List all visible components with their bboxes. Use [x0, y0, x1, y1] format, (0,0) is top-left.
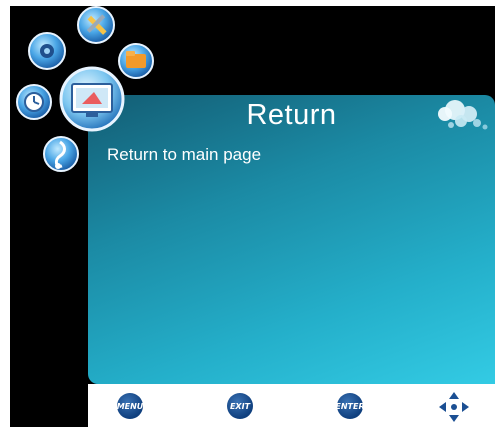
exit-button[interactable]: EXIT — [227, 393, 253, 419]
enter-button[interactable]: ENTER — [335, 393, 365, 419]
enter-button-label: ENTER — [335, 401, 365, 411]
tools-icon[interactable] — [77, 6, 115, 44]
menu-button-label: MENU — [116, 401, 144, 411]
control-bar: MENU EXIT ENTER — [88, 384, 495, 427]
four-way-arrows-icon[interactable] — [437, 390, 471, 424]
gear-icon[interactable] — [28, 32, 66, 70]
folder-icon[interactable] — [118, 43, 154, 79]
clock-icon[interactable] — [16, 84, 52, 120]
bubbles-icon — [438, 100, 488, 130]
launcher-icon-cluster — [16, 6, 154, 172]
display-icon[interactable] — [59, 66, 125, 132]
frame-right — [495, 0, 499, 433]
music-note-icon[interactable] — [43, 136, 79, 172]
exit-button-label: EXIT — [229, 401, 251, 411]
frame-bottom — [0, 427, 499, 433]
menu-button[interactable]: MENU — [117, 393, 143, 419]
